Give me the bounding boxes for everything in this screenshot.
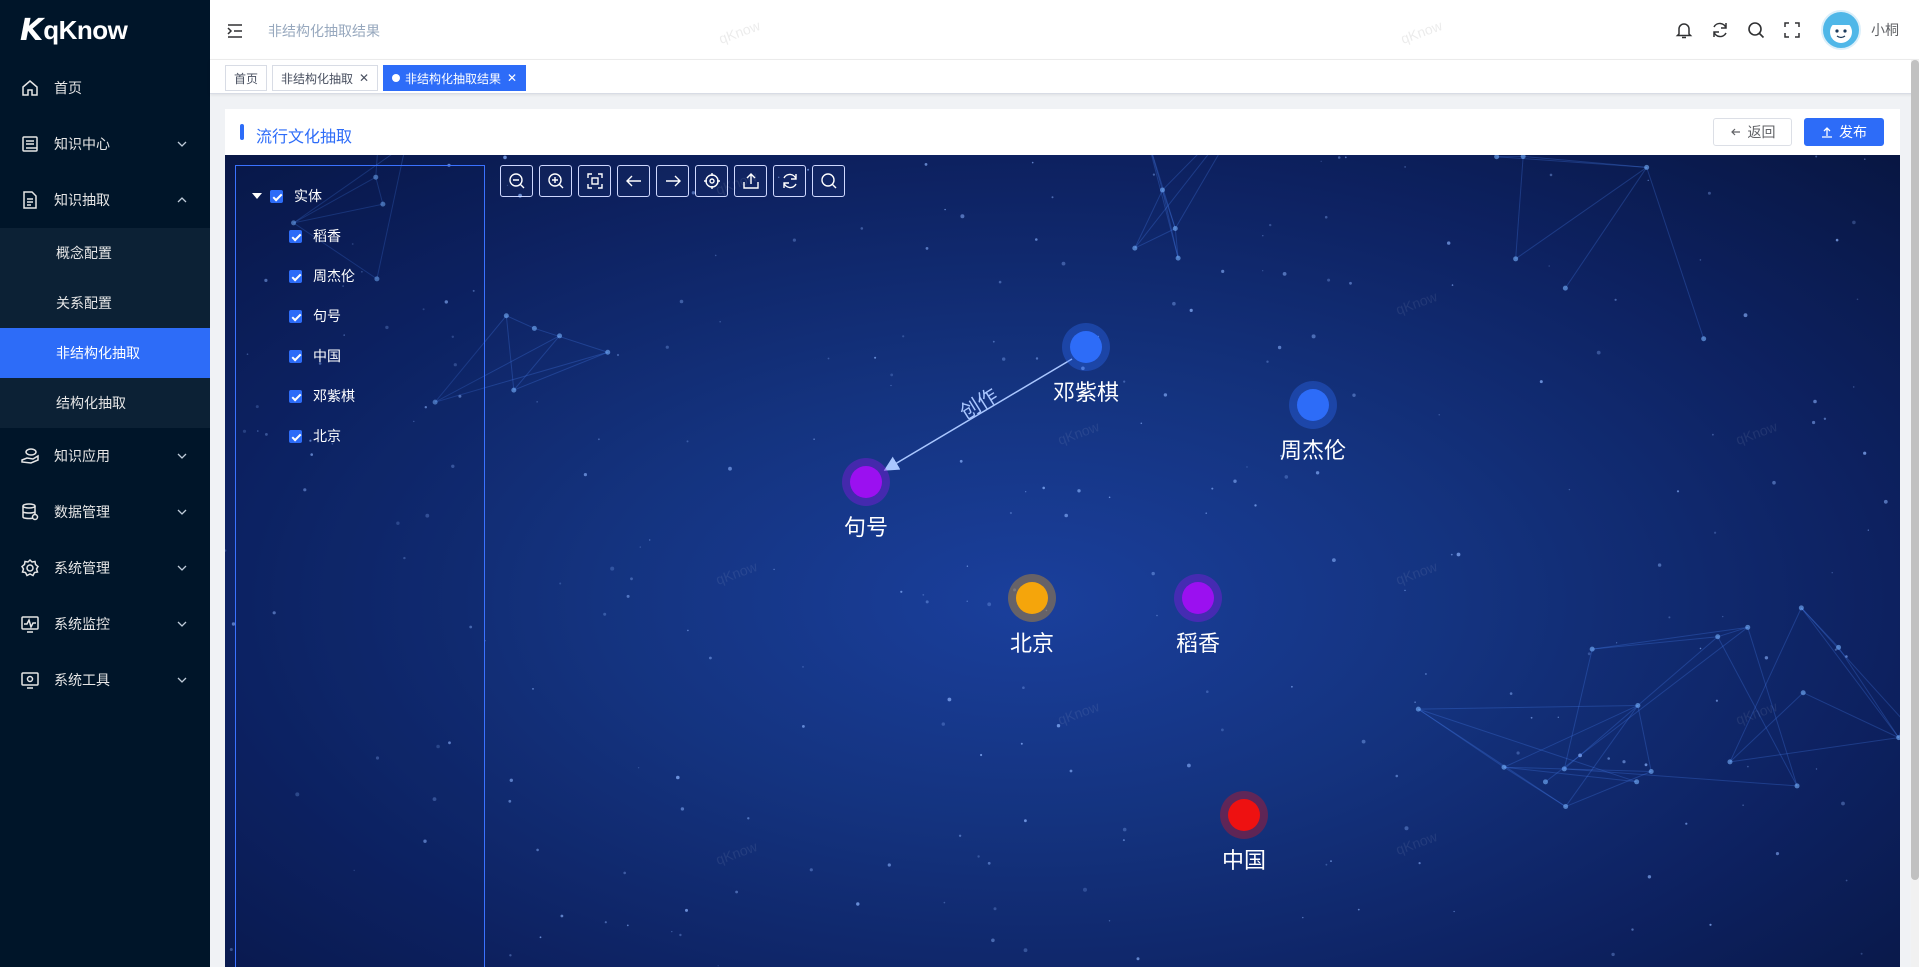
tab-unstructured-extraction[interactable]: 非结构化抽取 ✕ bbox=[272, 65, 379, 91]
sidebar-item-system-management[interactable]: 系统管理 bbox=[0, 540, 210, 596]
card-header: 流行文化抽取 返回 发布 bbox=[225, 109, 1900, 155]
home-icon bbox=[20, 78, 40, 98]
document-icon bbox=[20, 190, 40, 210]
sidebar-item-unstructured-extraction[interactable]: 非结构化抽取 bbox=[0, 328, 210, 378]
header-actions: 小桐 bbox=[1659, 0, 1899, 60]
sidebar-item-relation-config[interactable]: 关系配置 bbox=[0, 278, 210, 328]
graph-layer bbox=[842, 323, 1337, 839]
hand-icon bbox=[20, 446, 40, 466]
database-icon bbox=[20, 502, 40, 522]
node-label: 中国 bbox=[1221, 848, 1267, 873]
sidebar: K qKnow 首页 知识中心 知识抽取 概念配置 关系配置 非结构化抽取 结构… bbox=[0, 0, 210, 967]
avatar[interactable] bbox=[1821, 10, 1861, 50]
sidebar-item-label: 知识应用 bbox=[54, 448, 110, 464]
active-dot bbox=[392, 74, 400, 82]
chevron-down-icon bbox=[177, 565, 187, 571]
tool-icon bbox=[20, 670, 40, 690]
sidebar-item-label: 知识中心 bbox=[54, 136, 110, 152]
scrollbar-thumb[interactable] bbox=[1911, 60, 1919, 880]
chevron-up-icon bbox=[177, 197, 187, 203]
bell-icon[interactable] bbox=[1673, 19, 1695, 41]
chevron-down-icon bbox=[177, 621, 187, 627]
title-accent-bar bbox=[240, 124, 244, 140]
sidebar-item-system-tools[interactable]: 系统工具 bbox=[0, 652, 210, 708]
sidebar-item-knowledge-extraction[interactable]: 知识抽取 bbox=[0, 172, 210, 228]
sidebar-item-label: 知识抽取 bbox=[54, 192, 110, 208]
menu-toggle-icon[interactable] bbox=[226, 22, 244, 40]
tab-unstructured-extraction-result[interactable]: 非结构化抽取结果 ✕ bbox=[383, 65, 527, 91]
tab-label: 非结构化抽取结果 bbox=[405, 71, 502, 86]
back-button-label: 返回 bbox=[1747, 124, 1776, 140]
sidebar-item-data-management[interactable]: 数据管理 bbox=[0, 484, 210, 540]
node-deng-ziqi[interactable] bbox=[1062, 323, 1110, 371]
sidebar-item-label: 系统监控 bbox=[54, 616, 110, 632]
node-zhou-jielun[interactable] bbox=[1289, 381, 1337, 429]
sidebar-item-concept-config[interactable]: 概念配置 bbox=[0, 228, 210, 278]
knowledge-graph-canvas[interactable]: qKnow qKnow qKnow qKnow qKnow qKnow qKno… bbox=[225, 155, 1900, 967]
book-icon bbox=[20, 134, 40, 154]
sidebar-item-label: 系统工具 bbox=[54, 672, 110, 688]
monitor-icon bbox=[20, 614, 40, 634]
logo-text: qKnow bbox=[43, 14, 128, 45]
arrow-left-icon bbox=[1730, 128, 1740, 136]
node-ju-hao[interactable] bbox=[842, 458, 890, 506]
sidebar-item-label: 首页 bbox=[54, 80, 82, 96]
node-beijing[interactable] bbox=[1008, 574, 1056, 622]
node-daoxiang[interactable] bbox=[1174, 574, 1222, 622]
page-title: 流行文化抽取 bbox=[256, 129, 353, 146]
node-label: 邓紫棋 bbox=[1052, 380, 1120, 405]
upload-icon bbox=[1822, 127, 1832, 138]
node-label: 稻香 bbox=[1175, 631, 1221, 656]
sidebar-item-knowledge-application[interactable]: 知识应用 bbox=[0, 428, 210, 484]
tab-label: 首页 bbox=[234, 71, 259, 86]
chevron-down-icon bbox=[177, 453, 187, 459]
gear-icon bbox=[20, 558, 40, 578]
publish-button-label: 发布 bbox=[1839, 124, 1867, 140]
tab-home[interactable]: 首页 bbox=[225, 65, 268, 91]
top-header: 非结构化抽取结果 qKnow qKnow 小桐 bbox=[210, 0, 1919, 60]
node-china[interactable] bbox=[1220, 791, 1268, 839]
node-label: 周杰伦 bbox=[1279, 438, 1347, 463]
sidebar-item-knowledge-center[interactable]: 知识中心 bbox=[0, 116, 210, 172]
close-icon[interactable]: ✕ bbox=[359, 71, 369, 85]
watermark: qKnow bbox=[1398, 17, 1445, 47]
chevron-down-icon bbox=[177, 509, 187, 515]
watermark: qKnow bbox=[716, 17, 763, 47]
breadcrumb: 非结构化抽取结果 bbox=[268, 23, 380, 39]
chevron-down-icon bbox=[177, 677, 187, 683]
app-logo[interactable]: K qKnow bbox=[0, 0, 210, 60]
sidebar-item-home[interactable]: 首页 bbox=[0, 60, 210, 116]
back-button[interactable]: 返回 bbox=[1713, 118, 1792, 146]
node-label: 句号 bbox=[843, 515, 889, 540]
close-icon[interactable]: ✕ bbox=[507, 71, 517, 85]
submenu-knowledge-extraction: 概念配置 关系配置 非结构化抽取 结构化抽取 bbox=[0, 228, 210, 428]
chevron-down-icon bbox=[177, 141, 187, 147]
sidebar-item-label: 数据管理 bbox=[54, 504, 110, 520]
node-label: 北京 bbox=[1009, 631, 1055, 656]
tags-view: 首页 非结构化抽取 ✕ 非结构化抽取结果 ✕ bbox=[210, 60, 1919, 94]
logo-mark: K bbox=[20, 12, 43, 48]
sidebar-item-system-monitor[interactable]: 系统监控 bbox=[0, 596, 210, 652]
sidebar-item-label: 系统管理 bbox=[54, 560, 110, 576]
tab-label: 非结构化抽取 bbox=[281, 71, 354, 86]
publish-button[interactable]: 发布 bbox=[1804, 118, 1884, 146]
username[interactable]: 小桐 bbox=[1871, 20, 1899, 40]
refresh-icon[interactable] bbox=[1709, 19, 1731, 41]
fullscreen-icon[interactable] bbox=[1781, 19, 1803, 41]
sidebar-item-structured-extraction[interactable]: 结构化抽取 bbox=[0, 378, 210, 428]
search-icon[interactable] bbox=[1745, 19, 1767, 41]
